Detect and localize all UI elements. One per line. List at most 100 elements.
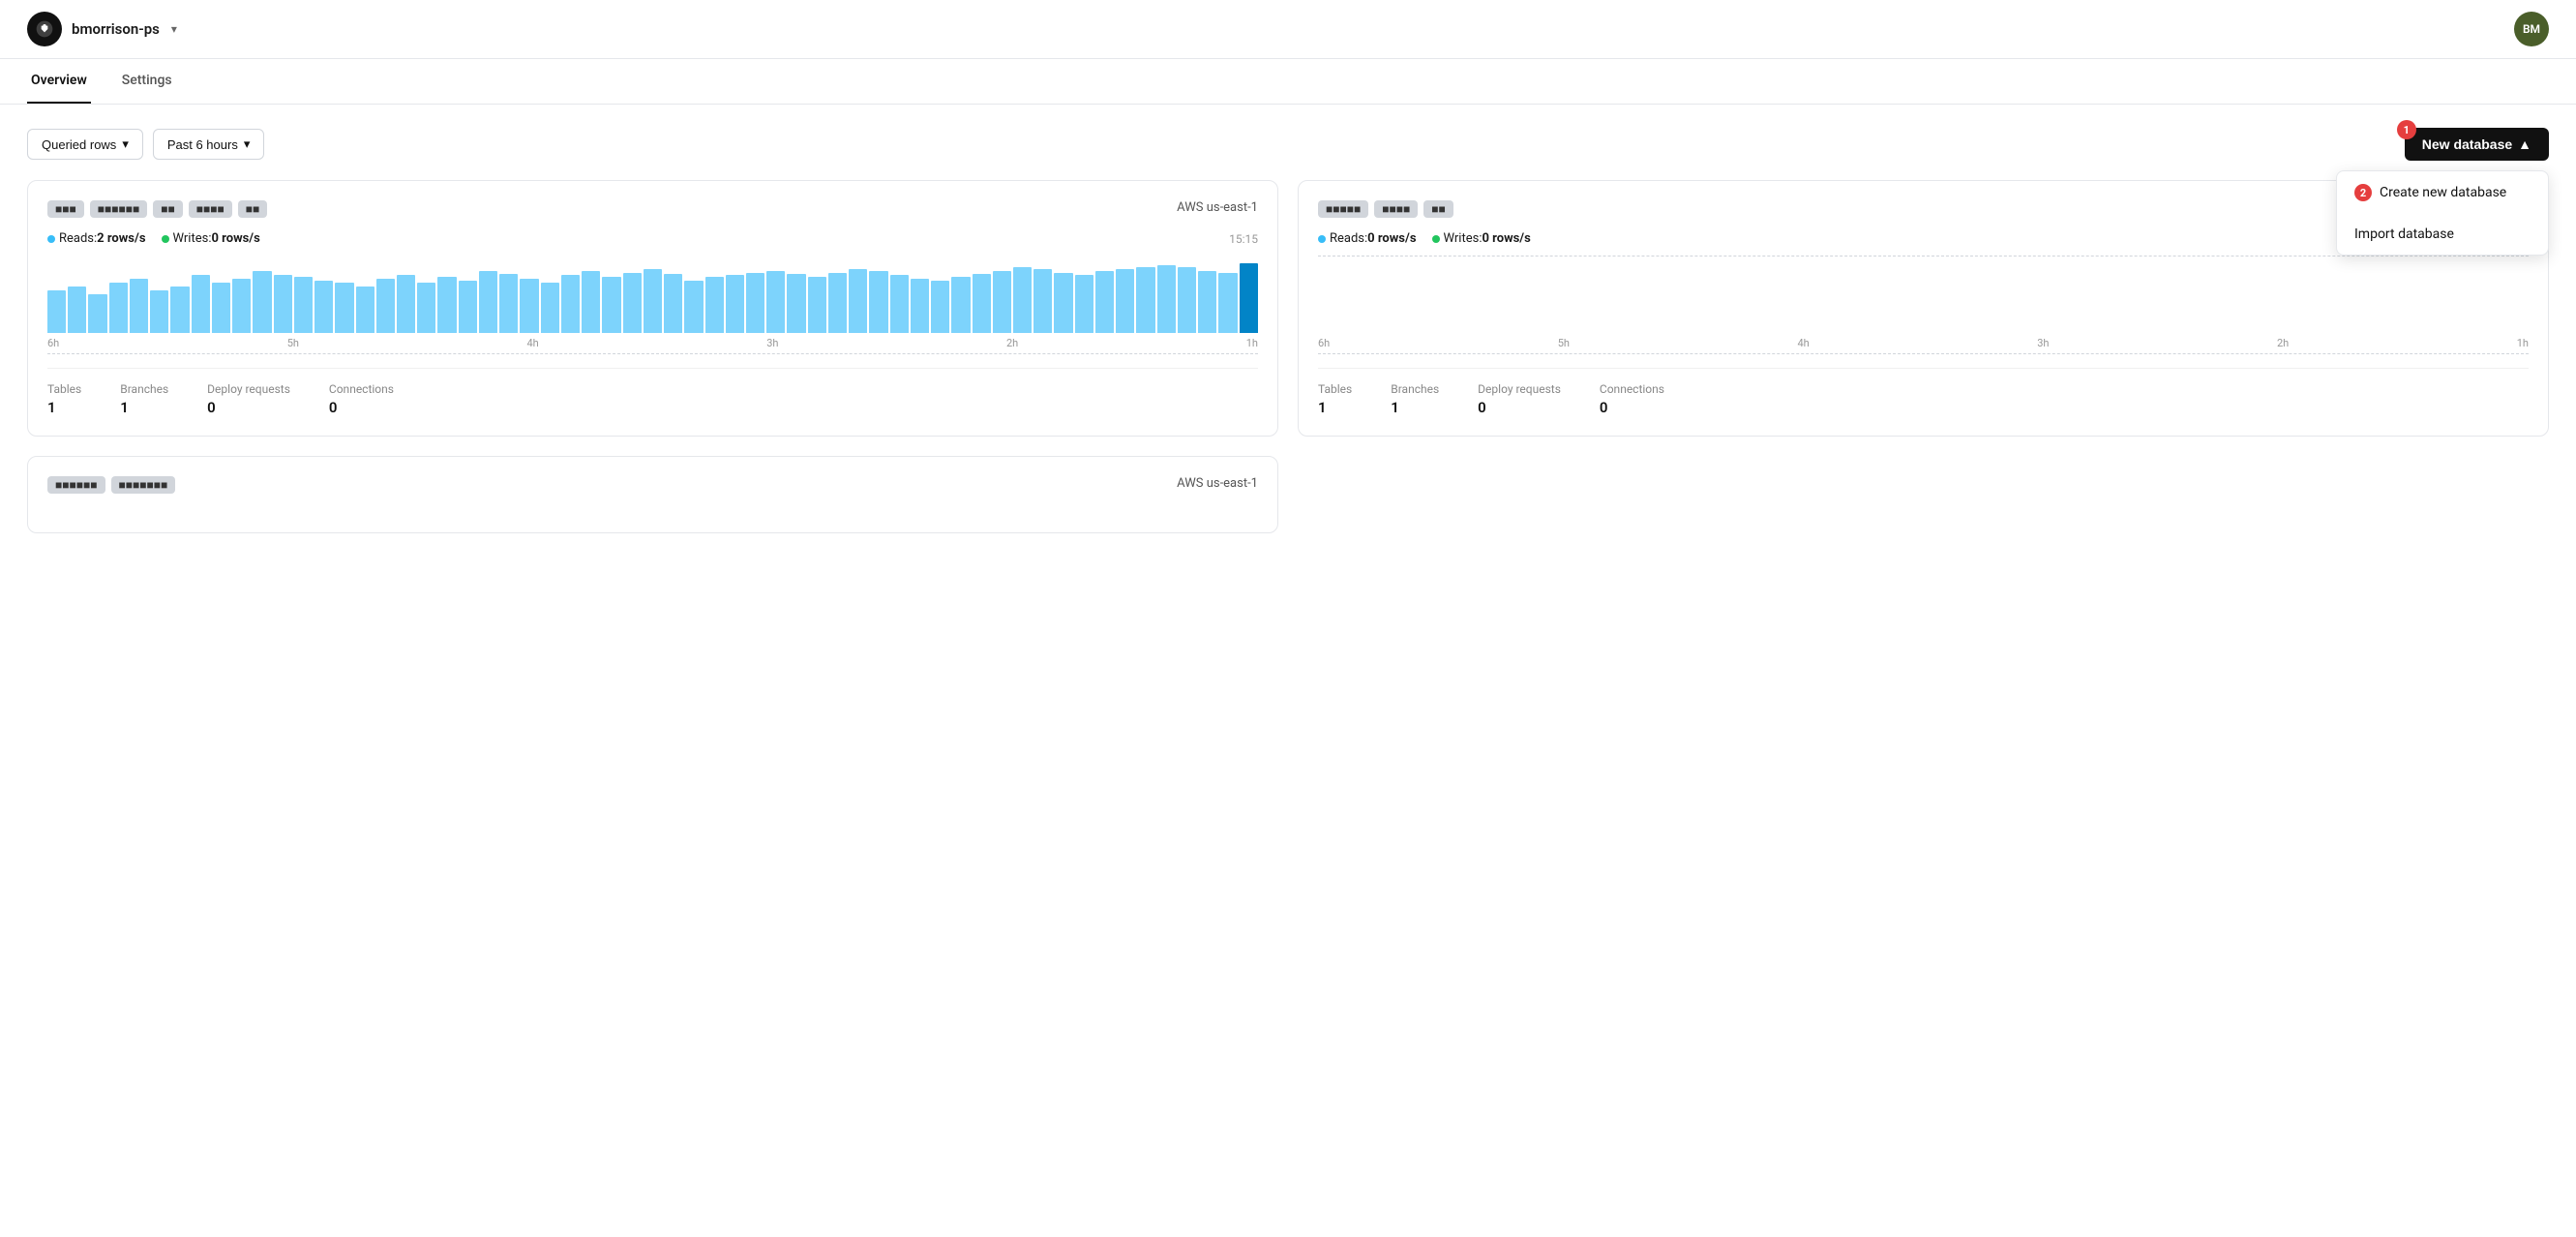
metric-chevron-icon: ▾ xyxy=(122,136,129,152)
time-label-4h: 4h xyxy=(527,337,539,349)
writes-legend-2: Writes:0 rows/s xyxy=(1432,231,1531,246)
import-database-label: Import database xyxy=(2354,226,2454,242)
db-card-1-timestamp: 15:15 xyxy=(1229,232,1258,246)
header-left: bmorrison-ps ▾ xyxy=(27,12,177,46)
create-database-label: Create new database xyxy=(2380,185,2506,200)
bar xyxy=(684,281,703,333)
writes-dot-2 xyxy=(1432,235,1440,243)
db-card-2-chart: 6h 5h 4h 3h 2h 1h xyxy=(1318,256,2529,352)
new-database-button[interactable]: New database ▲ xyxy=(2405,128,2549,161)
bar xyxy=(1075,275,1093,333)
db-card-2-stats: Tables 1 Branches 1 Deploy requests 0 Co… xyxy=(1318,368,2529,416)
bar xyxy=(459,281,477,333)
db-card-1-metrics: Reads:2 rows/s Writes:0 rows/s 15:15 xyxy=(47,231,1258,246)
bar xyxy=(253,271,271,333)
time-label-1h: 1h xyxy=(1246,337,1258,349)
bar xyxy=(623,273,642,333)
time-label-3h-2: 3h xyxy=(2037,337,2049,349)
bar xyxy=(602,277,620,333)
bar xyxy=(1136,267,1154,333)
stat-deploy-value-2: 0 xyxy=(1478,399,1561,416)
db-name-pill-1b: ■■■■■■ xyxy=(90,200,148,218)
bar xyxy=(315,281,333,333)
org-name: bmorrison-ps xyxy=(72,20,160,38)
avatar[interactable]: BM xyxy=(2514,12,2549,46)
stat-deploy-label-2: Deploy requests xyxy=(1478,382,1561,396)
bar xyxy=(170,287,189,333)
db-card-1[interactable]: ■■■ ■■■■■■ ■■ ■■■■ ■■ AWS us-east-1 Read… xyxy=(27,180,1278,437)
db-card-1-legend: Reads:2 rows/s Writes:0 rows/s xyxy=(47,231,260,246)
stat-tables-label-2: Tables xyxy=(1318,382,1352,396)
bar xyxy=(746,273,764,333)
stat-branches-1: Branches 1 xyxy=(120,382,168,416)
stat-branches-value-1: 1 xyxy=(120,399,168,416)
db-card-1-chart: 6h 5h 4h 3h 2h 1h xyxy=(47,256,1258,352)
bar xyxy=(541,283,559,333)
bar xyxy=(993,271,1011,333)
bar xyxy=(664,274,682,333)
db-card-3-header: ■■■■■■ ■■■■■■■ AWS us-east-1 xyxy=(47,476,1258,494)
stat-deploy-2: Deploy requests 0 xyxy=(1478,382,1561,416)
bar xyxy=(787,274,805,333)
time-label-3h: 3h xyxy=(766,337,778,349)
reads-label: Reads:2 rows/s xyxy=(59,231,146,246)
metric-dropdown[interactable]: Queried rows ▾ xyxy=(27,129,143,160)
new-database-wrapper: 1 New database ▲ 2 Create new database I… xyxy=(2405,128,2549,161)
stat-branches-label-2: Branches xyxy=(1391,382,1439,396)
import-database-menu-item[interactable]: Import database xyxy=(2337,214,2548,255)
stat-connections-value-1: 0 xyxy=(329,399,394,416)
db-card-3-name-row: ■■■■■■ ■■■■■■■ xyxy=(47,476,175,494)
create-database-badge: 2 xyxy=(2354,184,2372,201)
bar xyxy=(973,274,991,333)
db-card-3-partial[interactable]: ■■■■■■ ■■■■■■■ AWS us-east-1 xyxy=(27,456,1278,533)
bar xyxy=(931,281,949,333)
bar xyxy=(417,283,435,333)
time-chevron-icon: ▾ xyxy=(244,136,251,152)
bar xyxy=(766,271,785,333)
bar xyxy=(437,277,456,333)
db-card-1-name-row: ■■■ ■■■■■■ ■■ ■■■■ ■■ xyxy=(47,200,267,218)
bar xyxy=(1095,271,1114,333)
bar xyxy=(1240,263,1258,333)
db-name-pill-1c: ■■ xyxy=(153,200,183,218)
toolbar-left: Queried rows ▾ Past 6 hours ▾ xyxy=(27,129,264,160)
tab-settings[interactable]: Settings xyxy=(118,59,176,104)
stat-tables-label-1: Tables xyxy=(47,382,81,396)
bar xyxy=(499,274,518,333)
time-label-2h: 2h xyxy=(1006,337,1018,349)
create-database-menu-item[interactable]: 2 Create new database xyxy=(2337,171,2548,214)
db-card-2-legend: Reads:0 rows/s Writes:0 rows/s xyxy=(1318,231,1531,246)
db-name-pill-2c: ■■ xyxy=(1423,200,1453,218)
bar xyxy=(644,269,662,333)
db-card-4-placeholder xyxy=(1298,456,2549,533)
stat-connections-1: Connections 0 xyxy=(329,382,394,416)
tab-overview[interactable]: Overview xyxy=(27,59,91,104)
main-content: Queried rows ▾ Past 6 hours ▾ 1 New data… xyxy=(0,105,2576,557)
stat-connections-value-2: 0 xyxy=(1600,399,1664,416)
bar xyxy=(1198,271,1216,333)
bar xyxy=(335,283,353,333)
bar xyxy=(951,277,970,333)
writes-label: Writes:0 rows/s xyxy=(173,231,260,246)
bar xyxy=(274,275,292,333)
org-chevron-icon[interactable]: ▾ xyxy=(171,22,177,36)
stat-connections-2: Connections 0 xyxy=(1600,382,1664,416)
bar xyxy=(130,279,148,333)
db-name-pill-1a: ■■■ xyxy=(47,200,84,218)
db-card-3-region: AWS us-east-1 xyxy=(1177,476,1258,491)
bar xyxy=(294,277,313,333)
new-database-chevron-icon: ▲ xyxy=(2518,136,2531,152)
time-label-1h-2: 1h xyxy=(2517,337,2529,349)
new-database-badge: 1 xyxy=(2397,120,2416,139)
chart-bars-1 xyxy=(47,256,1258,333)
stat-tables-value-1: 1 xyxy=(47,399,81,416)
logo[interactable] xyxy=(27,12,62,46)
new-database-dropdown-menu: 2 Create new database Import database xyxy=(2336,170,2549,256)
stat-branches-value-2: 1 xyxy=(1391,399,1439,416)
bar xyxy=(232,279,251,333)
time-label-2h-2: 2h xyxy=(2277,337,2289,349)
db-name-pill-1e: ■■ xyxy=(238,200,268,218)
bar xyxy=(479,271,497,333)
bar xyxy=(890,275,909,333)
time-dropdown[interactable]: Past 6 hours ▾ xyxy=(153,129,265,160)
